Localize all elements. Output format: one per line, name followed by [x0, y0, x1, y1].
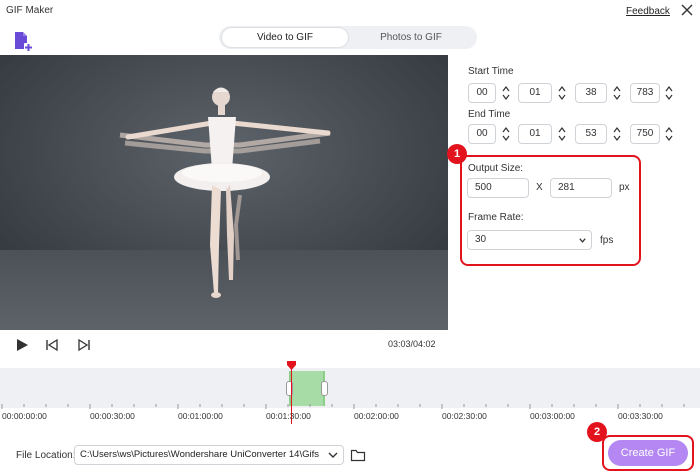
output-height-input[interactable]: 281 — [550, 178, 612, 198]
size-unit: px — [619, 182, 630, 193]
start-milliseconds-field[interactable]: 783 — [630, 83, 660, 103]
start-time-label: Start Time — [468, 66, 514, 77]
selection-end-handle[interactable] — [321, 381, 328, 396]
ruler-tick-label: 00:02:00:00 — [354, 411, 399, 421]
spin-arrows-icon[interactable] — [501, 84, 511, 102]
frame-rate-value: 30 — [475, 234, 487, 245]
ruler-tick-label: 00:01:30:00 — [266, 411, 311, 421]
file-location-label: File Location: — [16, 450, 76, 461]
playhead-marker-icon[interactable] — [287, 361, 296, 370]
ruler-tick-label: 00:03:30:00 — [618, 411, 663, 421]
ruler-tick-label: 00:02:30:00 — [442, 411, 487, 421]
frame-rate-label: Frame Rate: — [468, 212, 524, 223]
chevron-down-icon[interactable] — [326, 448, 340, 462]
playback-timecode: 03:03/04:02 — [388, 339, 436, 349]
spin-arrows-icon[interactable] — [664, 125, 674, 143]
step-badge-1: 1 — [447, 144, 467, 164]
mode-tabs: Video to GIF Photos to GIF — [219, 26, 477, 49]
end-milliseconds-field[interactable]: 750 — [630, 124, 660, 144]
step-badge-2: 2 — [587, 422, 607, 442]
ballerina-video-frame — [0, 55, 448, 330]
timeline-ruler: 00:00:00:00 00:00:30:00 00:01:00:00 00:0… — [0, 404, 700, 424]
play-icon[interactable] — [14, 337, 30, 353]
spin-arrows-icon[interactable] — [557, 125, 567, 143]
ruler-tick-label: 00:01:00:00 — [178, 411, 223, 421]
size-separator: X — [536, 182, 543, 193]
spin-arrows-icon[interactable] — [612, 84, 622, 102]
add-file-icon[interactable] — [12, 30, 34, 52]
end-minutes-field[interactable]: 01 — [518, 124, 552, 144]
frame-rate-unit: fps — [600, 235, 614, 246]
timeline-track[interactable] — [0, 368, 700, 408]
start-minutes-field[interactable]: 01 — [518, 83, 552, 103]
previous-frame-icon[interactable] — [44, 337, 60, 353]
output-width-input[interactable]: 500 — [467, 178, 529, 198]
output-size-label: Output Size: — [468, 163, 524, 174]
frame-rate-select[interactable]: 30 — [467, 230, 592, 250]
end-time-label: End Time — [468, 109, 511, 120]
spin-arrows-icon[interactable] — [501, 125, 511, 143]
ruler-ticks — [1, 404, 685, 409]
end-hours-field[interactable]: 00 — [468, 124, 496, 144]
feedback-link[interactable]: Feedback — [626, 6, 670, 17]
spin-arrows-icon[interactable] — [664, 84, 674, 102]
player-controls — [0, 330, 448, 360]
create-gif-button[interactable]: Create GIF — [608, 440, 688, 466]
window-title: GIF Maker — [6, 5, 54, 16]
end-seconds-field[interactable]: 53 — [575, 124, 607, 144]
timeline-selection[interactable] — [286, 371, 328, 406]
next-frame-icon[interactable] — [76, 337, 92, 353]
tab-video-to-gif[interactable]: Video to GIF — [222, 28, 348, 47]
tab-photos-to-gif[interactable]: Photos to GIF — [348, 28, 474, 47]
ruler-tick-label: 00:00:30:00 — [90, 411, 135, 421]
ruler-tick-label: 00:00:00:00 — [2, 411, 47, 421]
start-hours-field[interactable]: 00 — [468, 83, 496, 103]
spin-arrows-icon[interactable] — [612, 125, 622, 143]
file-location-field[interactable]: C:\Users\ws\Pictures\Wondershare UniConv… — [74, 445, 344, 465]
ruler-tick-label: 00:03:00:00 — [530, 411, 575, 421]
spin-arrows-icon[interactable] — [557, 84, 567, 102]
close-icon[interactable] — [679, 2, 695, 18]
video-preview[interactable] — [0, 55, 448, 330]
chevron-down-icon — [579, 238, 586, 243]
folder-icon[interactable] — [350, 448, 366, 462]
start-seconds-field[interactable]: 38 — [575, 83, 607, 103]
